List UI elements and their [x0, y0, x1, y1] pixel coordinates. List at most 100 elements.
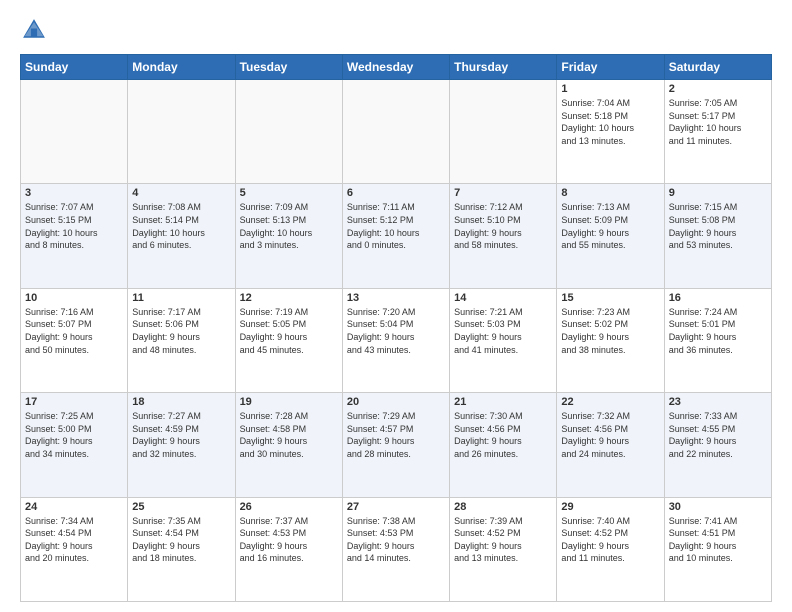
- calendar-cell: [128, 80, 235, 184]
- day-number: 1: [561, 83, 659, 95]
- day-info: Sunrise: 7:37 AM Sunset: 4:53 PM Dayligh…: [240, 515, 338, 565]
- calendar-cell: 16Sunrise: 7:24 AM Sunset: 5:01 PM Dayli…: [664, 288, 771, 392]
- header: [20, 16, 772, 44]
- logo: [20, 16, 52, 44]
- calendar-cell: 13 Sunrise: 7:20 AM Sunset: 5:04 PM Dayli…: [342, 288, 449, 392]
- day-info: Sunrise: 7:39 AM Sunset: 4:52 PM Dayligh…: [454, 515, 552, 565]
- day-number: 28: [454, 501, 552, 513]
- day-number: 8: [561, 187, 659, 199]
- calendar-cell: 5Sunrise: 7:09 AM Sunset: 5:13 PM Daylig…: [235, 184, 342, 288]
- calendar-cell: 19 Sunrise: 7:28 AM Sunset: 4:58 PM Dayli…: [235, 393, 342, 497]
- page: SundayMondayTuesdayWednesdayThursdayFrid…: [0, 0, 792, 612]
- day-number: 21: [454, 396, 552, 408]
- calendar-cell: 12 Sunrise: 7:19 AM Sunset: 5:05 PM Dayli…: [235, 288, 342, 392]
- calendar-cell: 30Sunrise: 7:41 AM Sunset: 4:51 PM Dayli…: [664, 497, 771, 601]
- day-number: 6: [347, 187, 445, 199]
- day-number: 24: [25, 501, 123, 513]
- day-info: Sunrise: 7:27 AM Sunset: 4:59 PM Dayligh…: [132, 410, 230, 460]
- day-number: 17: [25, 396, 123, 408]
- weekday-header-tuesday: Tuesday: [235, 55, 342, 80]
- day-number: 7: [454, 187, 552, 199]
- day-info: Sunrise: 7:07 AM Sunset: 5:15 PM Dayligh…: [25, 201, 123, 251]
- day-info: Sunrise: 7:40 AM Sunset: 4:52 PM Dayligh…: [561, 515, 659, 565]
- day-info: Sunrise: 7:30 AM Sunset: 4:56 PM Dayligh…: [454, 410, 552, 460]
- calendar-cell: 29 Sunrise: 7:40 AM Sunset: 4:52 PM Dayli…: [557, 497, 664, 601]
- weekday-header-saturday: Saturday: [664, 55, 771, 80]
- calendar-cell: 15Sunrise: 7:23 AM Sunset: 5:02 PM Dayli…: [557, 288, 664, 392]
- day-info: Sunrise: 7:29 AM Sunset: 4:57 PM Dayligh…: [347, 410, 445, 460]
- day-number: 25: [132, 501, 230, 513]
- calendar-cell: 17 Sunrise: 7:25 AM Sunset: 5:00 PM Dayli…: [21, 393, 128, 497]
- calendar-cell: 10 Sunrise: 7:16 AM Sunset: 5:07 PM Dayli…: [21, 288, 128, 392]
- calendar-week-1: 1 Sunrise: 7:04 AM Sunset: 5:18 PM Daylig…: [21, 80, 772, 184]
- day-number: 26: [240, 501, 338, 513]
- calendar-header-row: SundayMondayTuesdayWednesdayThursdayFrid…: [21, 55, 772, 80]
- weekday-header-wednesday: Wednesday: [342, 55, 449, 80]
- day-number: 12: [240, 292, 338, 304]
- calendar-cell: 11 Sunrise: 7:17 AM Sunset: 5:06 PM Dayli…: [128, 288, 235, 392]
- day-info: Sunrise: 7:04 AM Sunset: 5:18 PM Dayligh…: [561, 97, 659, 147]
- day-number: 20: [347, 396, 445, 408]
- calendar-cell: 6 Sunrise: 7:11 AM Sunset: 5:12 PM Daylig…: [342, 184, 449, 288]
- calendar-cell: 26 Sunrise: 7:37 AM Sunset: 4:53 PM Dayli…: [235, 497, 342, 601]
- day-info: Sunrise: 7:11 AM Sunset: 5:12 PM Dayligh…: [347, 201, 445, 251]
- calendar-cell: 25 Sunrise: 7:35 AM Sunset: 4:54 PM Dayli…: [128, 497, 235, 601]
- day-info: Sunrise: 7:13 AM Sunset: 5:09 PM Dayligh…: [561, 201, 659, 251]
- day-number: 29: [561, 501, 659, 513]
- calendar-cell: 4 Sunrise: 7:08 AM Sunset: 5:14 PM Daylig…: [128, 184, 235, 288]
- day-info: Sunrise: 7:19 AM Sunset: 5:05 PM Dayligh…: [240, 306, 338, 356]
- calendar-cell: [21, 80, 128, 184]
- day-info: Sunrise: 7:32 AM Sunset: 4:56 PM Dayligh…: [561, 410, 659, 460]
- weekday-header-monday: Monday: [128, 55, 235, 80]
- day-info: Sunrise: 7:21 AM Sunset: 5:03 PM Dayligh…: [454, 306, 552, 356]
- day-number: 30: [669, 501, 767, 513]
- calendar-week-3: 10 Sunrise: 7:16 AM Sunset: 5:07 PM Dayli…: [21, 288, 772, 392]
- day-number: 5: [240, 187, 338, 199]
- calendar-cell: 1 Sunrise: 7:04 AM Sunset: 5:18 PM Daylig…: [557, 80, 664, 184]
- day-number: 11: [132, 292, 230, 304]
- calendar-cell: [450, 80, 557, 184]
- day-info: Sunrise: 7:25 AM Sunset: 5:00 PM Dayligh…: [25, 410, 123, 460]
- day-info: Sunrise: 7:33 AM Sunset: 4:55 PM Dayligh…: [669, 410, 767, 460]
- calendar-cell: 23 Sunrise: 7:33 AM Sunset: 4:55 PM Dayli…: [664, 393, 771, 497]
- day-number: 18: [132, 396, 230, 408]
- day-info: Sunrise: 7:38 AM Sunset: 4:53 PM Dayligh…: [347, 515, 445, 565]
- calendar-cell: 22 Sunrise: 7:32 AM Sunset: 4:56 PM Dayli…: [557, 393, 664, 497]
- day-number: 27: [347, 501, 445, 513]
- calendar-table: SundayMondayTuesdayWednesdayThursdayFrid…: [20, 54, 772, 602]
- day-number: 22: [561, 396, 659, 408]
- calendar-cell: 18 Sunrise: 7:27 AM Sunset: 4:59 PM Dayli…: [128, 393, 235, 497]
- calendar-cell: 7 Sunrise: 7:12 AM Sunset: 5:10 PM Daylig…: [450, 184, 557, 288]
- calendar-cell: 21 Sunrise: 7:30 AM Sunset: 4:56 PM Dayli…: [450, 393, 557, 497]
- day-info: Sunrise: 7:15 AM Sunset: 5:08 PM Dayligh…: [669, 201, 767, 251]
- calendar-cell: [235, 80, 342, 184]
- calendar-cell: 8 Sunrise: 7:13 AM Sunset: 5:09 PM Daylig…: [557, 184, 664, 288]
- day-number: 9: [669, 187, 767, 199]
- day-number: 3: [25, 187, 123, 199]
- day-info: Sunrise: 7:20 AM Sunset: 5:04 PM Dayligh…: [347, 306, 445, 356]
- day-info: Sunrise: 7:17 AM Sunset: 5:06 PM Dayligh…: [132, 306, 230, 356]
- day-info: Sunrise: 7:08 AM Sunset: 5:14 PM Dayligh…: [132, 201, 230, 251]
- day-number: 2: [669, 83, 767, 95]
- day-number: 23: [669, 396, 767, 408]
- calendar-cell: [342, 80, 449, 184]
- day-info: Sunrise: 7:05 AM Sunset: 5:17 PM Dayligh…: [669, 97, 767, 147]
- day-number: 13: [347, 292, 445, 304]
- calendar-cell: 20 Sunrise: 7:29 AM Sunset: 4:57 PM Dayli…: [342, 393, 449, 497]
- day-info: Sunrise: 7:34 AM Sunset: 4:54 PM Dayligh…: [25, 515, 123, 565]
- day-number: 10: [25, 292, 123, 304]
- day-info: Sunrise: 7:12 AM Sunset: 5:10 PM Dayligh…: [454, 201, 552, 251]
- calendar-cell: 2 Sunrise: 7:05 AM Sunset: 5:17 PM Daylig…: [664, 80, 771, 184]
- day-number: 19: [240, 396, 338, 408]
- day-info: Sunrise: 7:28 AM Sunset: 4:58 PM Dayligh…: [240, 410, 338, 460]
- day-info: Sunrise: 7:35 AM Sunset: 4:54 PM Dayligh…: [132, 515, 230, 565]
- logo-icon: [20, 16, 48, 44]
- calendar-week-5: 24 Sunrise: 7:34 AM Sunset: 4:54 PM Dayli…: [21, 497, 772, 601]
- day-info: Sunrise: 7:16 AM Sunset: 5:07 PM Dayligh…: [25, 306, 123, 356]
- calendar-cell: 9 Sunrise: 7:15 AM Sunset: 5:08 PM Daylig…: [664, 184, 771, 288]
- day-number: 4: [132, 187, 230, 199]
- calendar-cell: 27 Sunrise: 7:38 AM Sunset: 4:53 PM Dayli…: [342, 497, 449, 601]
- day-info: Sunrise: 7:24 AM Sunset: 5:01 PM Dayligh…: [669, 306, 767, 356]
- weekday-header-sunday: Sunday: [21, 55, 128, 80]
- day-number: 14: [454, 292, 552, 304]
